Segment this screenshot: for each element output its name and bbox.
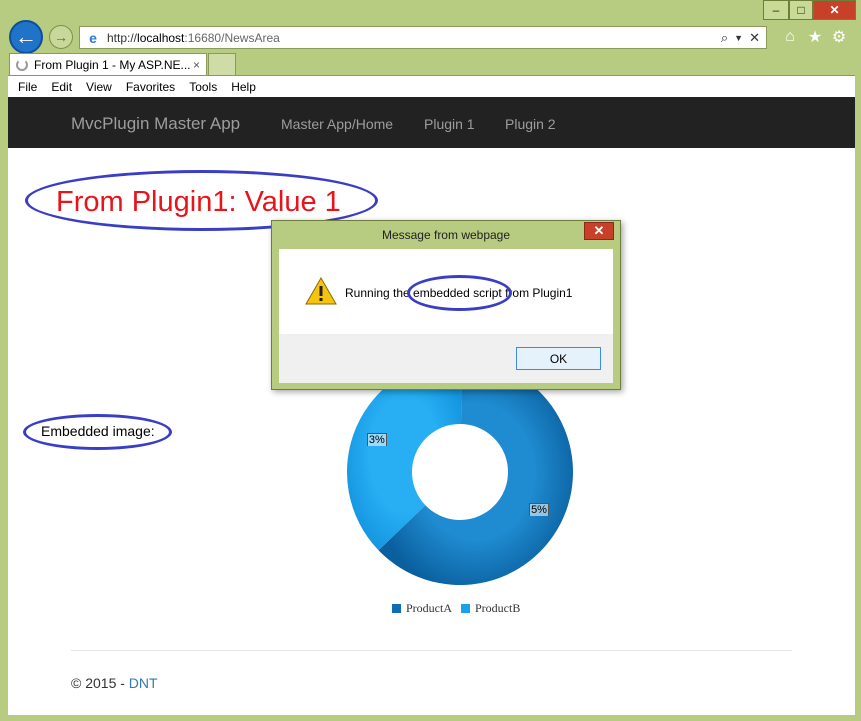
nav-plugin-2[interactable]: Plugin 2 — [505, 116, 556, 132]
search-icon[interactable]: ⌕ — [721, 30, 728, 46]
back-button[interactable]: ← — [9, 20, 43, 54]
stop-icon[interactable]: ✕ — [749, 30, 760, 46]
url-path: :16680/NewsArea — [184, 30, 280, 45]
site-brand[interactable]: MvcPlugin Master App — [71, 114, 240, 134]
forward-button[interactable]: → — [49, 25, 73, 49]
page-viewport: MvcPlugin Master App Master App/Home Plu… — [8, 97, 855, 715]
gear-icon[interactable]: ⚙ — [830, 28, 848, 46]
dialog-body: Running the embedded script from Plugin1 — [279, 249, 613, 334]
menu-tools[interactable]: Tools — [189, 80, 217, 94]
back-arrow-icon: ← — [15, 24, 37, 49]
message-dialog: Message from webpage ✕ Running the embed… — [271, 220, 621, 390]
data-label-producta: 5% — [529, 503, 549, 517]
message-annotation-ellipse — [407, 275, 512, 311]
maximize-button[interactable]: □ — [789, 0, 813, 20]
embedded-image-label: Embedded image: — [41, 423, 155, 439]
nav-plugin-1[interactable]: Plugin 1 — [424, 116, 475, 132]
dialog-title: Message from webpage — [381, 228, 511, 242]
url-host: localhost — [137, 30, 185, 45]
dialog-close-button[interactable]: ✕ — [584, 222, 614, 240]
data-label-productb: 3% — [366, 432, 387, 446]
dialog-footer: OK — [279, 334, 613, 383]
legend-label-producta: ProductA — [406, 601, 452, 615]
ie-page-icon: e — [89, 29, 97, 46]
close-window-button[interactable]: ✕ — [813, 0, 856, 20]
menu-edit[interactable]: Edit — [51, 80, 72, 94]
legend-swatch-productb — [461, 604, 470, 613]
legend-label-productb: ProductB — [475, 601, 521, 615]
tab-active[interactable]: From Plugin 1 - My ASP.NE... × — [9, 53, 207, 75]
address-bar[interactable]: e http:// localhost :16680/NewsArea ⌕ ▼ … — [79, 26, 767, 49]
nav-master-home[interactable]: Master App/Home — [281, 116, 393, 132]
menu-view[interactable]: View — [86, 80, 112, 94]
tab-title: From Plugin 1 - My ASP.NE... — [34, 57, 191, 72]
footer-copyright: © 2015 - — [71, 675, 129, 691]
warning-icon — [305, 277, 337, 305]
plugin-value-heading: From Plugin1: Value 1 — [56, 186, 341, 218]
menu-file[interactable]: File — [18, 80, 37, 94]
site-navbar: MvcPlugin Master App Master App/Home Plu… — [8, 97, 855, 148]
menu-help[interactable]: Help — [231, 80, 256, 94]
ok-button[interactable]: OK — [516, 347, 601, 370]
menu-favorites[interactable]: Favorites — [126, 80, 175, 94]
menu-bar: File Edit View Favorites Tools Help — [8, 75, 855, 97]
url-scheme: http:// — [107, 30, 138, 45]
forward-arrow-icon: → — [54, 29, 68, 45]
dropdown-icon[interactable]: ▼ — [734, 33, 743, 43]
home-icon[interactable]: ⌂ — [781, 28, 799, 46]
legend-swatch-producta — [392, 604, 401, 613]
minimize-button[interactable]: – — [763, 0, 789, 20]
loading-spinner-icon — [16, 58, 28, 71]
chart-legend: ProductA ProductB — [392, 601, 520, 616]
footer-divider — [71, 650, 792, 651]
footer-link-dnt[interactable]: DNT — [129, 675, 158, 691]
footer: © 2015 - DNT — [71, 675, 158, 691]
favorites-star-icon[interactable]: ★ — [806, 28, 824, 46]
tab-close-icon[interactable]: × — [193, 58, 200, 72]
donut-chart: 5% 3% — [347, 359, 573, 585]
new-tab-button[interactable] — [208, 53, 236, 75]
